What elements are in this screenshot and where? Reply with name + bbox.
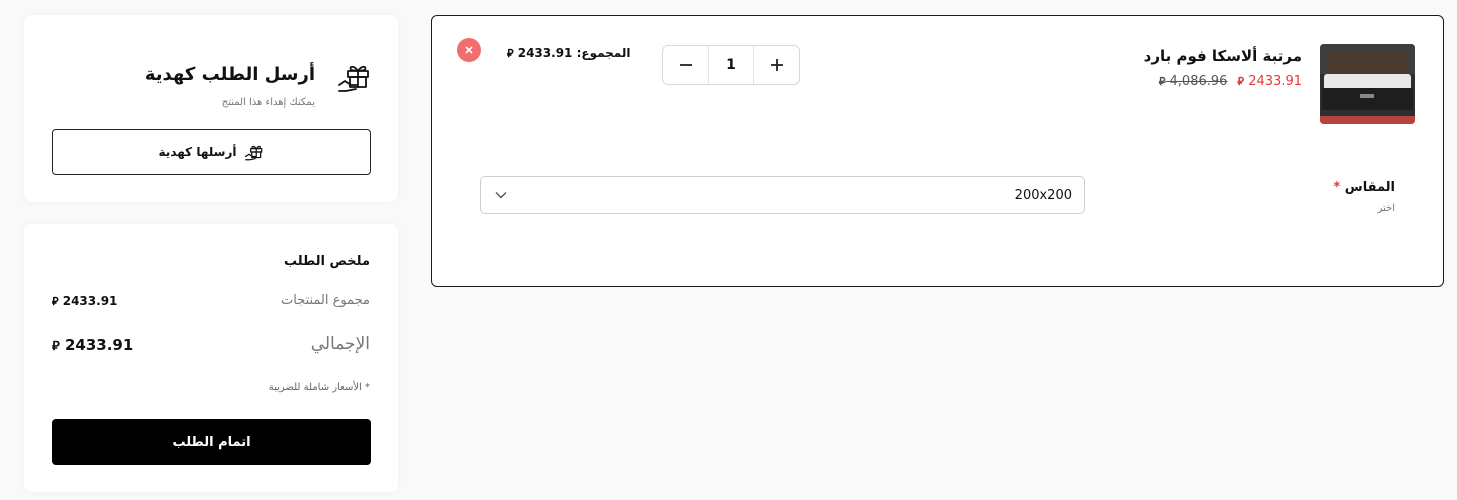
increase-quantity-button[interactable] <box>754 46 799 84</box>
size-option-label: المقاس * <box>1333 180 1395 195</box>
quantity-value[interactable]: 1 <box>708 46 754 84</box>
line-total-label: المجموع: <box>576 46 631 60</box>
send-as-gift-label: أرسلها كهدية <box>158 145 237 159</box>
original-price-value: 4,086.96 <box>1169 74 1228 89</box>
currency-icon: ⃁ <box>52 295 59 308</box>
line-total: المجموع: 2433.91 ⃁ <box>507 46 630 61</box>
gift-icon <box>245 145 263 161</box>
original-price: 4,086.96 ⃁ <box>1159 74 1228 89</box>
grand-total-value: 2433.91 ⃁ <box>52 336 133 354</box>
subtotal-amount: 2433.91 <box>62 294 118 308</box>
currency-icon: ⃁ <box>52 339 60 354</box>
gift-subtitle: يمكنك إهداء هذا المنتج <box>221 97 315 108</box>
subtotal-label: مجموع المنتجات <box>280 293 370 308</box>
minus-icon <box>679 64 692 66</box>
currency-icon: ⃁ <box>1158 75 1166 88</box>
currency-icon: ⃁ <box>507 47 514 60</box>
quantity-stepper: 1 <box>662 45 800 85</box>
size-select-value: 200x200 <box>1014 187 1072 203</box>
size-label-text: المقاس <box>1344 180 1395 195</box>
close-icon <box>465 46 473 54</box>
checkout-button[interactable]: اتمام الطلب <box>52 419 371 465</box>
decrease-quantity-button[interactable] <box>663 46 708 84</box>
currency-icon: ⃁ <box>1237 75 1245 88</box>
subtotal-value: 2433.91 ⃁ <box>52 294 117 309</box>
summary-title: ملخص الطلب <box>283 254 370 269</box>
required-mark: * <box>1333 180 1341 195</box>
sale-price: 2433.91 ⃁ <box>1238 74 1302 89</box>
plus-icon <box>770 59 783 71</box>
remove-item-button[interactable] <box>457 38 481 62</box>
product-image[interactable] <box>1320 44 1415 124</box>
price-row: 2433.91 ⃁ 4,086.96 ⃁ <box>1159 74 1302 89</box>
size-select[interactable]: 200x200 <box>480 176 1085 214</box>
gift-card: أرسل الطلب كهدية يمكنك إهداء هذا المنتج … <box>24 15 398 202</box>
cart-item-card: مرتبة ألاسكا فوم بارد 2433.91 ⃁ 4,086.96… <box>431 15 1444 287</box>
size-option-hint: اختر <box>1377 203 1396 214</box>
tax-note: * الأسعار شاملة للضريبة <box>268 382 370 393</box>
chevron-down-icon <box>495 192 507 199</box>
order-summary-card: ملخص الطلب مجموع المنتجات 2433.91 ⃁ الإج… <box>24 224 398 492</box>
product-name[interactable]: مرتبة ألاسكا فوم بارد <box>1144 47 1302 65</box>
gift-title: أرسل الطلب كهدية <box>144 64 315 85</box>
line-total-value: 2433.91 <box>517 46 573 60</box>
sale-price-value: 2433.91 <box>1248 74 1302 89</box>
send-as-gift-button[interactable]: أرسلها كهدية <box>52 129 371 175</box>
gift-icon <box>338 65 369 92</box>
grand-total-label: الإجمالي <box>310 334 370 354</box>
grand-total-amount: 2433.91 <box>64 336 134 354</box>
